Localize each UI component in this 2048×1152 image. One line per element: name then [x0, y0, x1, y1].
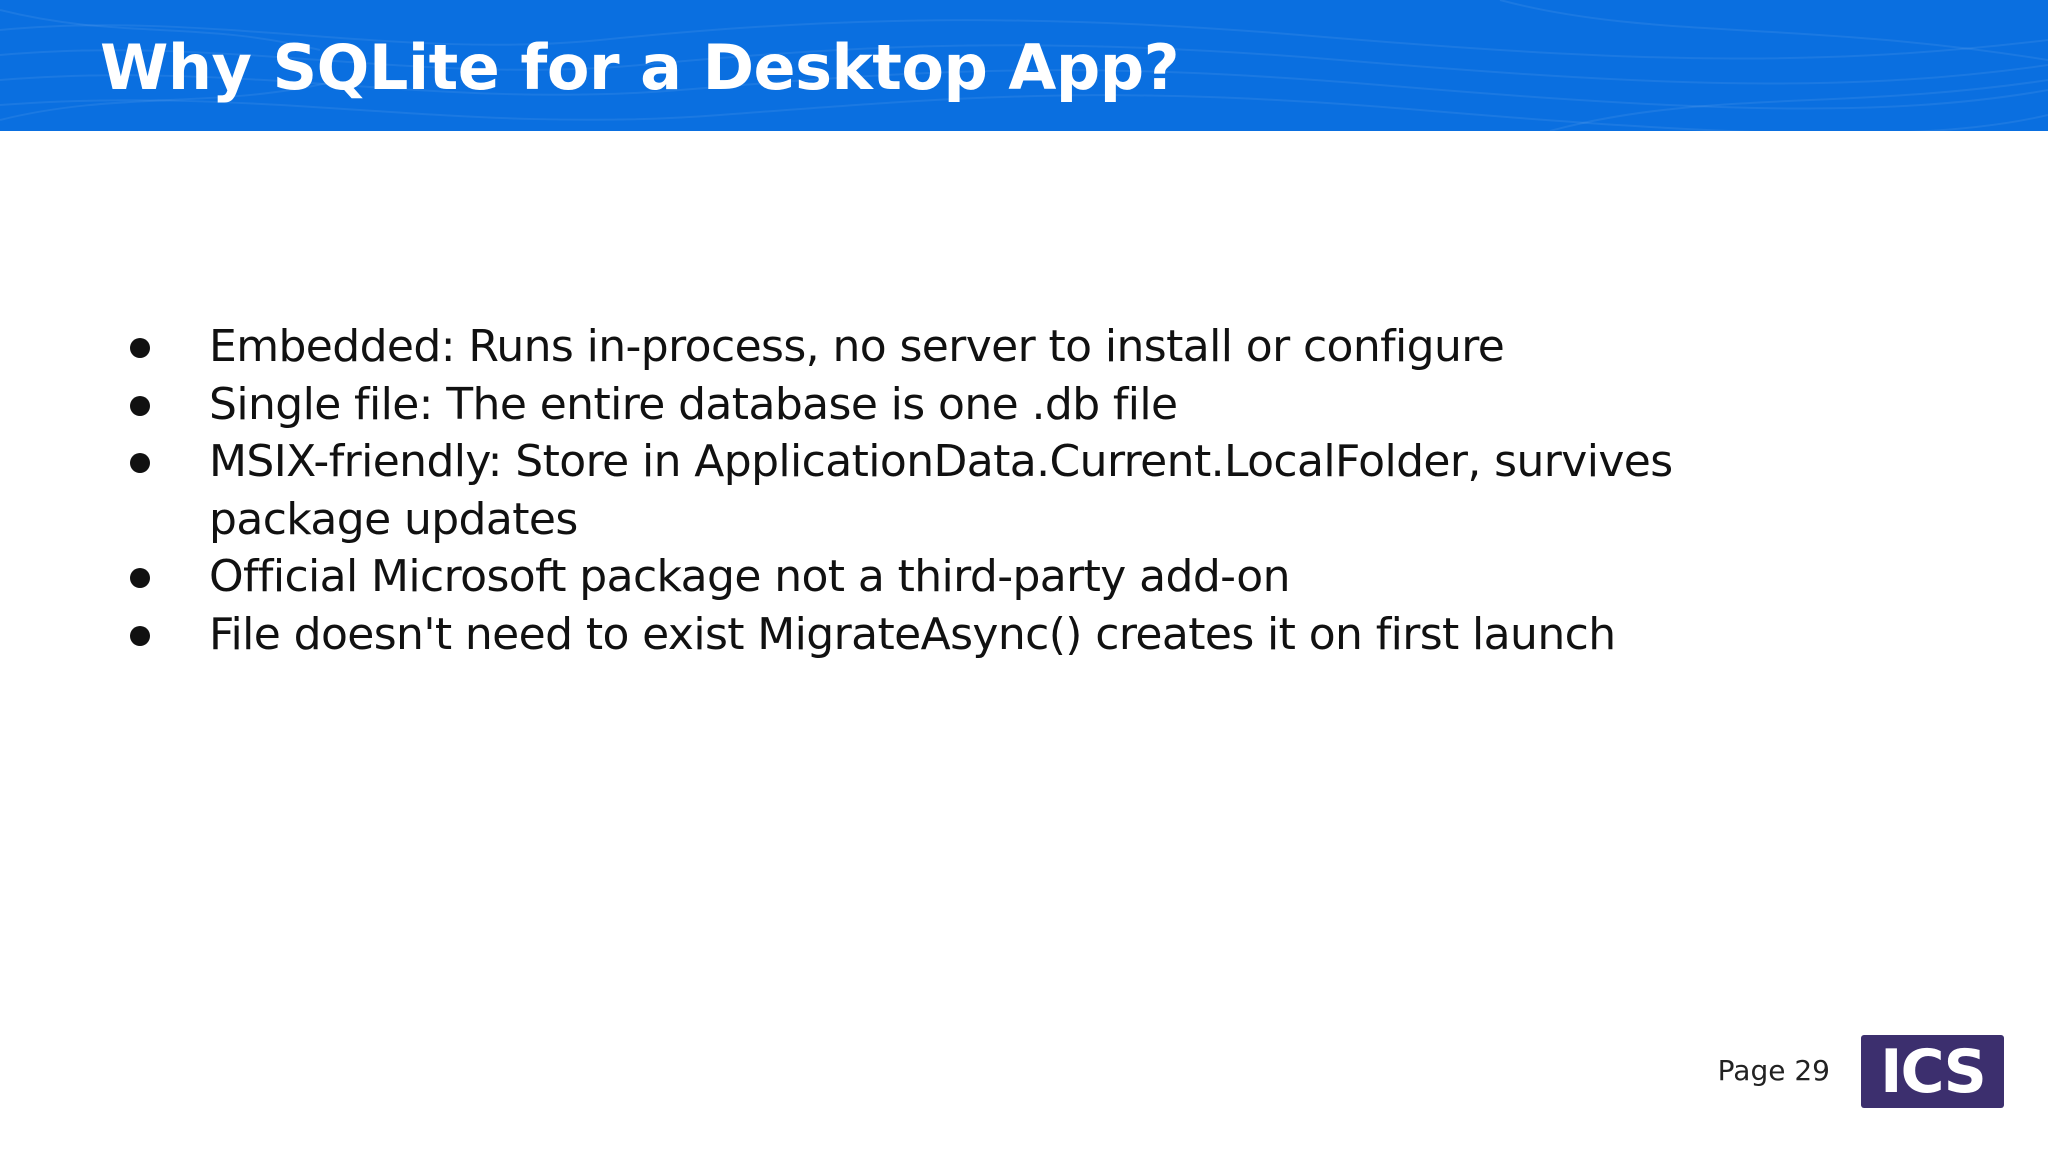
bullet-dot-icon — [130, 453, 150, 473]
bullet-text: Single file: The entire database is one … — [209, 378, 1178, 430]
bullet-item: MSIX-friendly: Store in ApplicationData.… — [128, 433, 1828, 548]
bullet-text: MSIX-friendly: Store in ApplicationData.… — [209, 436, 1673, 545]
bullet-text: Embedded: Runs in-process, no server to … — [209, 321, 1505, 372]
bullet-list: Embedded: Runs in-process, no server to … — [128, 318, 1828, 663]
bullet-item: Official Microsoft package not a third-p… — [128, 548, 1828, 606]
page-number: Page 29 — [1717, 1054, 1830, 1087]
bullet-dot-icon — [130, 568, 150, 588]
bullet-dot-icon — [130, 625, 150, 646]
logo-text: ICS — [1880, 1036, 1987, 1107]
bullet-dot-icon — [130, 395, 150, 416]
bullet-dot-icon — [130, 338, 150, 358]
bullet-item: File doesn't need to exist MigrateAsync(… — [128, 606, 1828, 664]
bullet-item: Single file: The entire database is one … — [128, 376, 1828, 434]
ics-logo: ICS — [1861, 1035, 2004, 1108]
slide-title: Why SQLite for a Desktop App? — [100, 31, 1180, 104]
bullet-text: File doesn't need to exist MigrateAsync(… — [209, 608, 1616, 660]
title-bar: Why SQLite for a Desktop App? — [0, 0, 2048, 131]
bullet-text: Official Microsoft package not a third-p… — [209, 551, 1290, 602]
bullet-item: Embedded: Runs in-process, no server to … — [128, 318, 1828, 376]
slide: Why SQLite for a Desktop App? Embedded: … — [0, 0, 2048, 1152]
